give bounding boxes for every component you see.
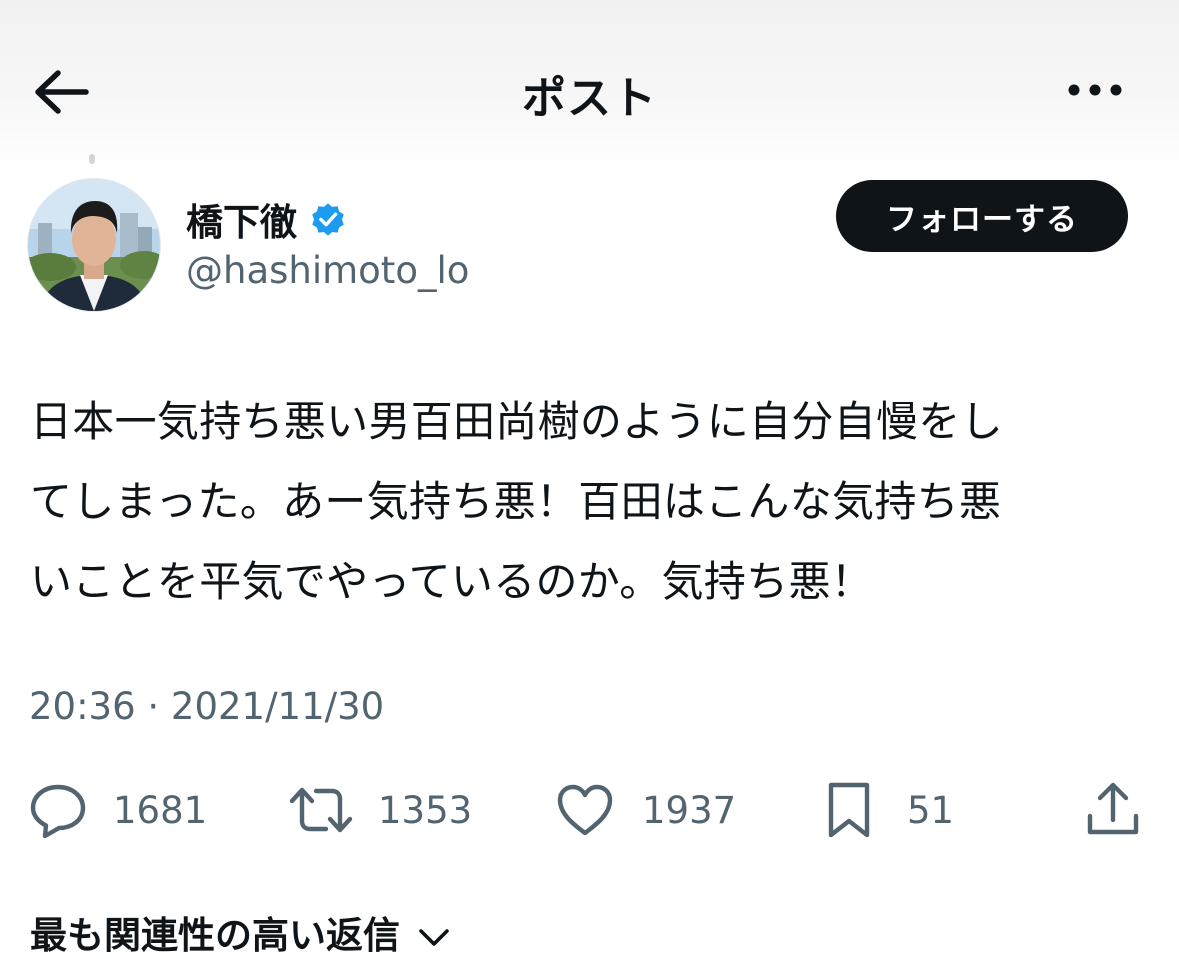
share-button[interactable] [1084, 780, 1142, 840]
author-name[interactable]: 橋下徹 [186, 192, 347, 246]
post-text-line: いことを平気でやっているのか。気持ち悪！ [30, 557, 874, 606]
post-text-line: てしまった。あー気持ち悪！百田はこんな気持ち悪 [30, 477, 1002, 526]
more-options-button[interactable] [1060, 72, 1132, 108]
bookmark-count: 51 [907, 788, 955, 832]
thread-indicator [89, 154, 95, 164]
post-timestamp[interactable]: 20:36 · 2021/11/30 [29, 685, 384, 728]
heart-icon [557, 784, 613, 836]
share-icon [1087, 782, 1139, 835]
verified-badge-icon [309, 200, 347, 238]
replies-sort-selector[interactable]: 最も関連性の高い返信 [30, 905, 451, 959]
author-handle[interactable]: @hashimoto_lo [186, 249, 469, 292]
post-text: 日本一気持ち悪い男百田尚樹のように自分自慢をし てしまった。あー気持ち悪！百田は… [30, 382, 1140, 622]
repost-icon [289, 787, 353, 833]
reply-icon [30, 784, 86, 839]
reply-button[interactable]: 1681 [29, 780, 207, 840]
bookmark-button[interactable]: 51 [824, 780, 954, 840]
like-count: 1937 [642, 788, 737, 832]
follow-button[interactable]: フォローする [836, 180, 1128, 252]
repost-button[interactable]: 1353 [288, 780, 472, 840]
page-title: ポスト [522, 73, 657, 124]
like-button[interactable]: 1937 [555, 780, 736, 840]
bookmark-icon [828, 782, 870, 838]
chevron-down-icon [419, 928, 449, 946]
avatar[interactable] [27, 178, 161, 312]
author-name-text: 橋下徹 [186, 201, 297, 244]
repost-count: 1353 [378, 788, 473, 832]
more-horizontal-icon [1068, 84, 1122, 96]
top-bar: ポスト [0, 0, 1179, 175]
post-text-line: 日本一気持ち悪い男百田尚樹のように自分自慢をし [30, 397, 1003, 446]
reply-count: 1681 [113, 788, 208, 832]
